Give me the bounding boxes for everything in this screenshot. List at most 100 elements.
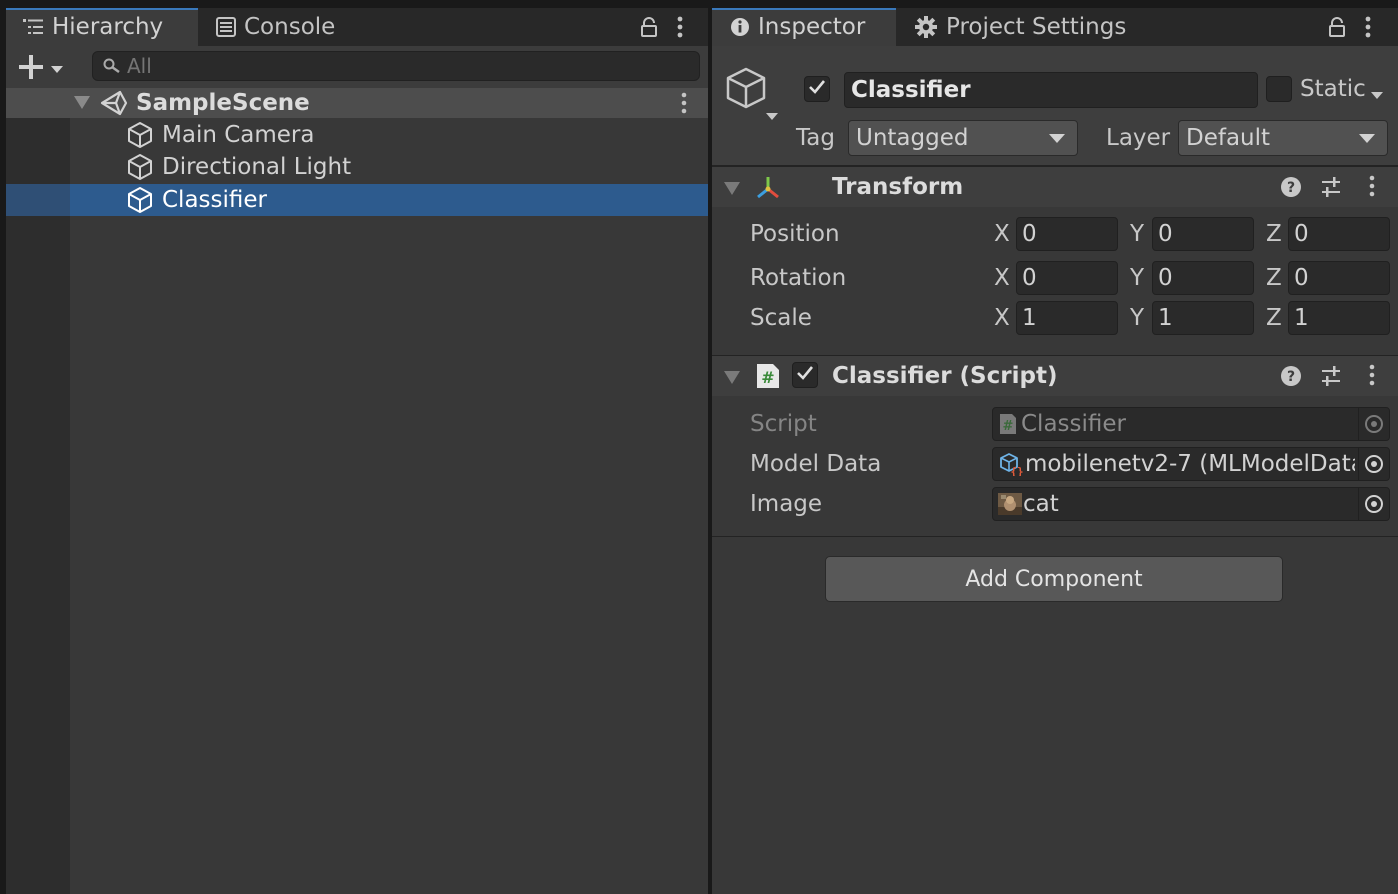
model-data-value: mobilenetv2-7 (MLModelData)	[1025, 451, 1355, 477]
scale-label: Scale	[750, 305, 812, 331]
tab-hierarchy[interactable]: Hierarchy	[6, 8, 198, 46]
axis-z-label: Z	[1266, 221, 1282, 247]
rotation-y-field[interactable]: 0	[1152, 261, 1254, 295]
rotation-label: Rotation	[750, 265, 847, 291]
lock-icon[interactable]	[640, 8, 658, 46]
gameobject-cube-icon	[126, 186, 154, 214]
tab-inspector[interactable]: Inspector	[712, 8, 896, 46]
chevron-down-icon	[1049, 134, 1065, 143]
scene-name: SampleScene	[136, 90, 310, 116]
info-icon	[730, 17, 750, 37]
plus-icon	[18, 54, 44, 84]
axis-z-label: Z	[1266, 265, 1282, 291]
hierarchy-toolbar	[6, 46, 708, 89]
axis-y-label: Y	[1130, 305, 1145, 331]
component-more-icon[interactable]	[1368, 364, 1376, 386]
scale-y-field[interactable]: 1	[1152, 301, 1254, 335]
chevron-down-icon	[50, 60, 64, 79]
tab-console-label: Console	[244, 14, 336, 40]
more-vertical-icon[interactable]	[1364, 8, 1372, 46]
object-name: Classifier	[851, 77, 971, 103]
ml-model-asset-icon: {}	[999, 452, 1023, 476]
object-picker-icon[interactable]	[1358, 448, 1389, 480]
inspector-tabbar: Inspector Project Settings	[712, 8, 1398, 46]
texture-thumbnail-icon	[998, 493, 1022, 515]
layer-dropdown[interactable]: Default	[1178, 120, 1388, 156]
inspector-panel: Inspector Project Settings Classifier St…	[712, 8, 1398, 894]
selection-gutter	[6, 184, 70, 216]
foldout-open-icon[interactable]	[74, 96, 90, 110]
rotation-z-field[interactable]: 0	[1288, 261, 1390, 295]
model-data-label: Model Data	[750, 451, 882, 477]
create-button[interactable]	[18, 54, 64, 84]
console-icon	[216, 17, 236, 37]
hierarchy-item-classifier[interactable]: Classifier	[6, 184, 708, 216]
chevron-down-icon	[1359, 134, 1375, 143]
hierarchy-item-label: Main Camera	[162, 122, 315, 148]
rotation-x-field[interactable]: 0	[1016, 261, 1118, 295]
object-picker-icon[interactable]	[1358, 488, 1389, 520]
image-object-field[interactable]: cat	[992, 487, 1390, 521]
hierarchy-list-icon	[22, 18, 44, 36]
axis-z-label: Z	[1266, 305, 1282, 331]
layer-value: Default	[1186, 125, 1271, 151]
more-vertical-icon[interactable]	[676, 8, 684, 46]
component-more-icon[interactable]	[1368, 175, 1376, 197]
model-data-object-field[interactable]: {} mobilenetv2-7 (MLModelData)	[992, 447, 1390, 481]
scene-row[interactable]: SampleScene	[6, 88, 708, 118]
hierarchy-item-directional-light[interactable]: Directional Light	[6, 151, 708, 183]
unity-scene-icon	[100, 90, 128, 116]
position-y-field[interactable]: 0	[1152, 217, 1254, 251]
hierarchy-tabbar: Hierarchy Console	[6, 8, 708, 46]
axis-x-label: X	[994, 265, 1010, 291]
static-toggle[interactable]	[1266, 76, 1292, 102]
presets-icon[interactable]	[1320, 176, 1342, 198]
tab-inspector-label: Inspector	[758, 14, 866, 40]
tag-value: Untagged	[856, 125, 969, 151]
svg-text:#: #	[1003, 419, 1014, 434]
add-component-button[interactable]: Add Component	[825, 556, 1283, 602]
csharp-script-icon: #	[999, 413, 1017, 435]
name-field[interactable]: Classifier	[844, 72, 1258, 108]
lock-icon[interactable]	[1328, 8, 1346, 46]
script-object-field: # Classifier	[992, 407, 1390, 441]
scale-z-field[interactable]: 1	[1288, 301, 1390, 335]
position-z-field[interactable]: 0	[1288, 217, 1390, 251]
script-enabled-toggle[interactable]	[792, 362, 818, 388]
object-picker-icon	[1358, 408, 1389, 440]
gameobject-cube-icon	[126, 153, 154, 181]
position-x-field[interactable]: 0	[1016, 217, 1118, 251]
foldout-open-icon[interactable]	[724, 182, 740, 195]
hierarchy-item-main-camera[interactable]: Main Camera	[6, 119, 708, 151]
tab-hierarchy-label: Hierarchy	[52, 14, 164, 40]
axis-y-label: Y	[1130, 221, 1145, 247]
tab-console[interactable]: Console	[216, 8, 335, 46]
transform-header[interactable]: Transform ?	[712, 166, 1398, 207]
script-component-title: Classifier (Script)	[832, 363, 1058, 389]
image-label: Image	[750, 491, 823, 517]
hierarchy-item-label: Directional Light	[162, 154, 352, 180]
hierarchy-item-label: Classifier	[162, 187, 267, 213]
position-label: Position	[750, 221, 840, 247]
gameobject-large-icon[interactable]	[724, 66, 782, 126]
foldout-open-icon[interactable]	[724, 371, 740, 384]
axis-x-label: X	[994, 221, 1010, 247]
gameobject-header: Classifier Static Tag Untagged Layer Def…	[712, 46, 1398, 166]
checkmark-icon	[808, 79, 826, 99]
search-input[interactable]	[127, 54, 667, 78]
svg-text:?: ?	[1287, 180, 1295, 196]
layer-label: Layer	[1106, 125, 1171, 151]
active-toggle[interactable]	[804, 76, 830, 102]
presets-icon[interactable]	[1320, 365, 1342, 387]
tag-label: Tag	[796, 125, 835, 151]
tag-dropdown[interactable]: Untagged	[848, 120, 1078, 156]
scene-more-icon[interactable]	[680, 92, 688, 114]
help-icon[interactable]: ?	[1280, 365, 1302, 387]
tab-project-settings[interactable]: Project Settings	[914, 8, 1126, 46]
help-icon[interactable]: ?	[1280, 176, 1302, 198]
transform-title: Transform	[832, 174, 964, 200]
static-dropdown-icon[interactable]	[1370, 86, 1384, 105]
scale-x-field[interactable]: 1	[1016, 301, 1118, 335]
script-component-header[interactable]: # Classifier (Script) ?	[712, 355, 1398, 396]
search-field[interactable]	[92, 51, 700, 81]
